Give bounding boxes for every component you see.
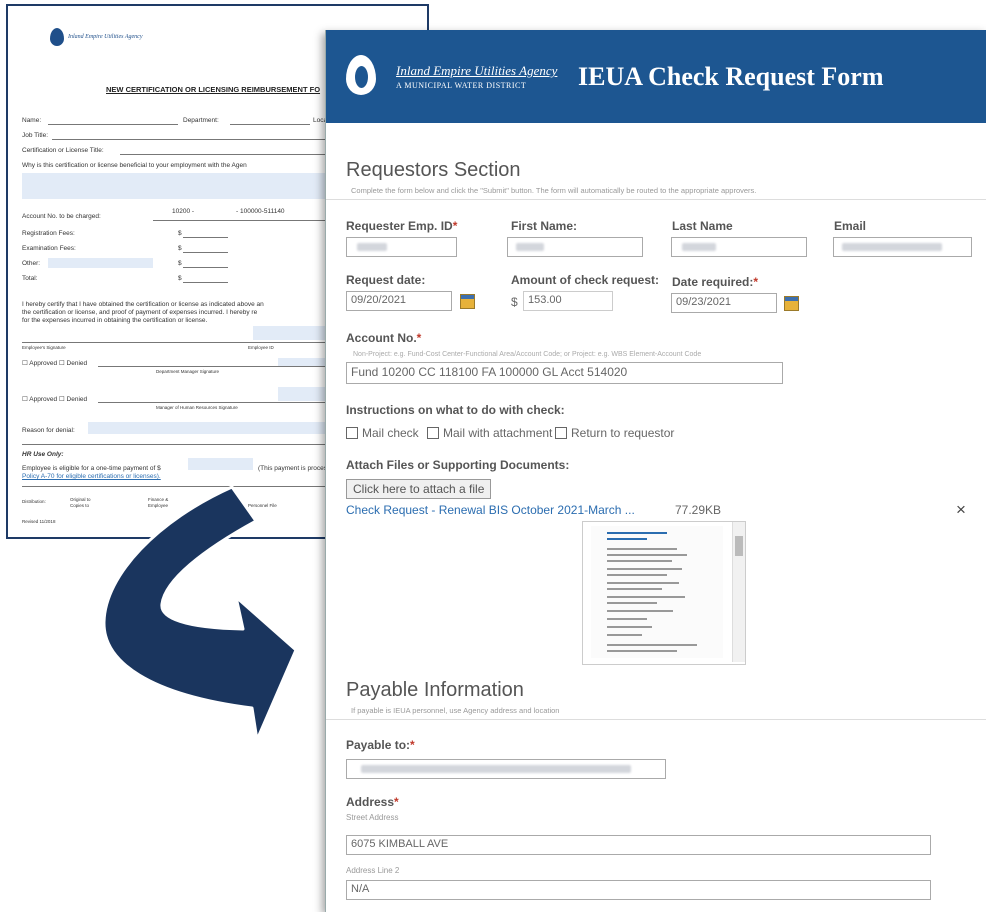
paper-eligible-line-2: (This payment is processe xyxy=(258,465,334,472)
paper-logo: Inland Empire Utilities Agency xyxy=(50,28,142,46)
district-subtitle: A MUNICIPAL WATER DISTRICT xyxy=(396,81,527,90)
amount-label: Amount of check request: xyxy=(511,273,660,287)
return-to-requestor-option[interactable]: Return to requestor xyxy=(555,426,674,440)
water-drop-icon xyxy=(50,28,64,46)
amount-field[interactable]: 153.00 xyxy=(523,291,613,311)
first-name-field[interactable] xyxy=(507,237,643,257)
paper-examination-label: Examination Fees: xyxy=(22,245,76,252)
paper-employee-id: Employee ID xyxy=(248,345,274,350)
requestors-section-description: Complete the form below and click the "S… xyxy=(351,186,757,195)
address-line-2-label: Address Line 2 xyxy=(346,866,400,875)
paper-finance: Finance & xyxy=(148,497,169,502)
emp-id-label: Requester Emp. ID* xyxy=(346,219,458,233)
paper-registration-label: Registration Fees: xyxy=(22,230,75,237)
paper-eligible-line: Employee is eligible for a one-time paym… xyxy=(22,465,161,472)
email-label: Email xyxy=(834,219,867,233)
attached-file-size: 77.29KB xyxy=(675,503,722,517)
calendar-icon[interactable] xyxy=(784,296,799,311)
paper-revised: Revised 11/2018 xyxy=(22,519,56,524)
paper-other-label: Other: xyxy=(22,260,41,267)
first-name-label: First Name: xyxy=(511,219,578,233)
date-required-label: Date required:* xyxy=(672,275,759,289)
paper-certify-line-1: I hereby certify that I have obtained th… xyxy=(22,301,264,308)
account-no-field[interactable]: Fund 10200 CC 118100 FA 100000 GL Acct 5… xyxy=(346,362,783,384)
address-label: Address* xyxy=(346,795,399,809)
paper-why-label: Why is this certification or license ben… xyxy=(22,162,247,169)
instructions-label: Instructions on what to do with check: xyxy=(346,403,565,417)
check-request-web-form: Inland Empire Utilities Agency A MUNICIP… xyxy=(325,30,986,912)
paper-approval-2: ☐ Approved ☐ Denied xyxy=(22,396,88,403)
thumbnail-scrollbar[interactable] xyxy=(732,522,745,662)
paper-employee-signature: Employee's Signature xyxy=(22,345,66,350)
paper-name-label: Name: xyxy=(22,117,42,124)
payable-to-label: Payable to:* xyxy=(346,738,415,752)
paper-reason-label: Reason for denial: xyxy=(22,427,75,434)
attach-files-label: Attach Files or Supporting Documents: xyxy=(346,458,570,472)
form-banner: Inland Empire Utilities Agency A MUNICIP… xyxy=(326,30,986,123)
file-preview-thumbnail xyxy=(582,521,746,665)
account-hint: Non-Project: e.g. Fund-Cost Center-Funct… xyxy=(353,351,702,358)
paper-dollar-1: $ xyxy=(178,230,182,237)
request-date-label: Request date: xyxy=(346,273,426,287)
paper-account-label: Account No. to be charged: xyxy=(22,213,101,220)
payable-to-field[interactable] xyxy=(346,759,666,779)
street-address-field[interactable]: 6075 KIMBALL AVE xyxy=(346,835,931,855)
checkbox[interactable] xyxy=(555,427,567,439)
paper-department-label: Department: xyxy=(183,117,219,124)
checkbox[interactable] xyxy=(427,427,439,439)
requestors-section-heading: Requestors Section xyxy=(346,159,521,181)
last-name-field[interactable] xyxy=(671,237,807,257)
checkbox[interactable] xyxy=(346,427,358,439)
paper-dollar-2: $ xyxy=(178,245,182,252)
paper-hr-manager-sig: Manager of Human Resources Signature xyxy=(156,405,238,410)
mail-with-attachment-option[interactable]: Mail with attachment xyxy=(427,426,554,440)
emp-id-field[interactable] xyxy=(346,237,457,257)
account-no-label: Account No.* xyxy=(346,331,422,345)
paper-job-title-label: Job Title: xyxy=(22,132,49,139)
paper-hr-use-label: HR Use Only: xyxy=(22,451,64,458)
paper-cert-title-label: Certification or License Title: xyxy=(22,147,104,154)
street-address-label: Street Address xyxy=(346,813,399,822)
paper-dollar-3: $ xyxy=(178,260,182,267)
attach-file-button[interactable]: Click here to attach a file xyxy=(346,479,492,499)
paper-original: Original to xyxy=(70,497,91,502)
remove-file-icon[interactable]: × xyxy=(956,500,966,520)
calendar-icon[interactable] xyxy=(460,294,475,309)
paper-certify-line-2: the certification or license, and proof … xyxy=(22,309,258,316)
attached-file-link[interactable]: Check Request - Renewal BIS October 2021… xyxy=(346,503,635,517)
paper-dept-manager-sig: Department Manager Signature xyxy=(156,369,220,374)
paper-distribution: Distribution: xyxy=(22,499,46,504)
last-name-label: Last Name xyxy=(672,219,733,233)
paper-account-value-1: 10200 - xyxy=(172,208,195,215)
paper-employee: Employee xyxy=(148,503,169,508)
paper-certify-line-3: for the expenses incurred in obtaining t… xyxy=(22,317,208,324)
paper-account-value-2: - 100000-511140 xyxy=(236,208,285,215)
paper-approval-1: ☐ Approved ☐ Denied xyxy=(22,360,88,367)
payable-section-heading: Payable Information xyxy=(346,679,524,701)
paper-copies: Copies to xyxy=(70,503,90,508)
currency-symbol: $ xyxy=(511,295,518,309)
agency-name: Inland Empire Utilities Agency xyxy=(396,63,558,78)
paper-total-label: Total: xyxy=(22,275,38,282)
paper-dollar-4: $ xyxy=(178,275,182,282)
address-line-2-field[interactable]: N/A xyxy=(346,880,931,900)
mail-check-option[interactable]: Mail check xyxy=(346,426,419,440)
request-date-field[interactable]: 09/20/2021 xyxy=(346,291,452,311)
paper-policy-link: Policy A-70 for eligible certifications … xyxy=(22,473,161,480)
paper-title: NEW CERTIFICATION OR LICENSING REIMBURSE… xyxy=(106,85,321,94)
paper-personnel: Personnel File xyxy=(248,503,277,508)
email-field[interactable] xyxy=(833,237,972,257)
date-required-field[interactable]: 09/23/2021 xyxy=(671,293,777,313)
form-title: IEUA Check Request Form xyxy=(578,62,884,91)
payable-section-description: If payable is IEUA personnel, use Agency… xyxy=(351,706,560,715)
paper-logo-text: Inland Empire Utilities Agency xyxy=(68,33,143,40)
